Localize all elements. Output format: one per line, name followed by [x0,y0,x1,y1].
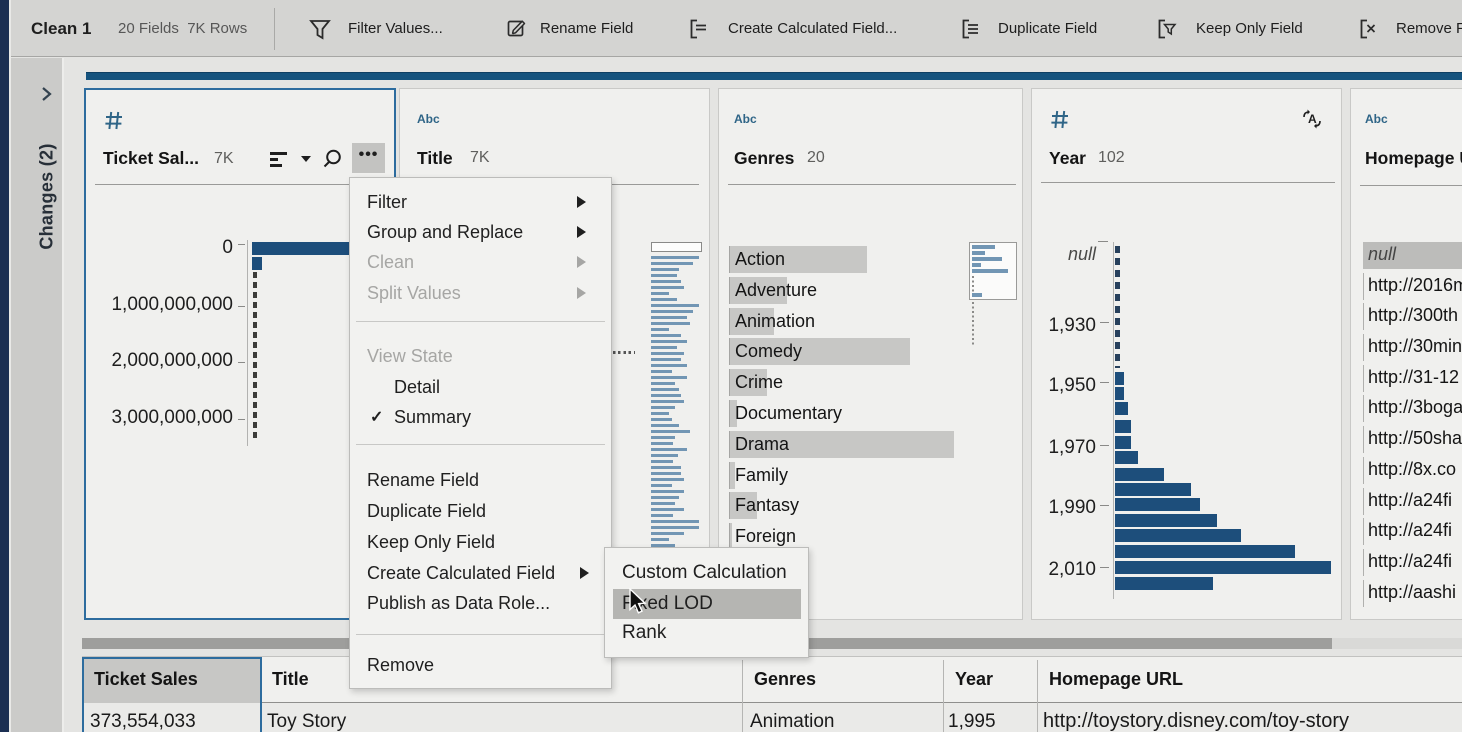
svg-text:A: A [1308,112,1317,126]
